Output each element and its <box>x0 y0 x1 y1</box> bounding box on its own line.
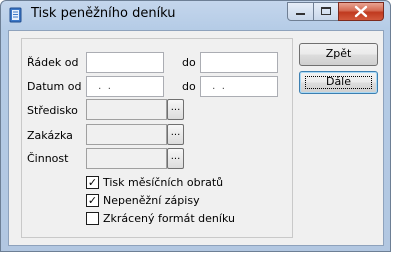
non-cash-entries-checkbox[interactable]: ✓ <box>86 194 99 207</box>
title-bar[interactable]: Tisk peněžního deníku <box>1 1 390 29</box>
maximize-button[interactable] <box>313 2 339 21</box>
short-format-label: Zkrácený formát deníku <box>103 212 235 225</box>
monthly-turnover-checkbox[interactable]: ✓ <box>86 176 99 189</box>
next-button[interactable]: Dále <box>299 71 378 94</box>
datum-od-label: Datum od <box>27 80 82 93</box>
datum-do-label: do <box>182 80 196 93</box>
close-icon <box>354 5 368 18</box>
dialog-window: Tisk peněžního deníku Řádek od do Datum … <box>0 0 391 252</box>
next-button-label: Dále <box>325 75 352 88</box>
back-button-label: Zpět <box>325 47 352 60</box>
stredisko-label: Středisko <box>27 104 78 117</box>
journal-app-icon <box>8 7 24 23</box>
zakazka-input <box>86 124 167 145</box>
stredisko-input <box>86 99 167 120</box>
cinnost-browse-button[interactable]: ... <box>167 148 184 169</box>
radek-do-input[interactable] <box>200 52 278 73</box>
radek-od-input[interactable] <box>86 52 164 73</box>
zakazka-label: Zakázka <box>27 129 73 142</box>
cinnost-input <box>86 148 167 169</box>
window-title: Tisk peněžního deníku <box>31 6 176 21</box>
back-button[interactable]: Zpět <box>299 43 378 66</box>
cinnost-label: Činnost <box>27 152 69 165</box>
dialog-body: Řádek od do Datum od . . do . . Středisk… <box>8 30 384 246</box>
non-cash-entries-label: Nepeněžní zápisy <box>103 194 200 207</box>
minimize-button[interactable] <box>287 2 314 21</box>
zakazka-browse-button[interactable]: ... <box>167 124 184 145</box>
minimize-icon <box>296 13 305 15</box>
datum-do-input[interactable]: . . <box>200 76 278 97</box>
maximize-icon <box>321 7 331 15</box>
radek-od-label: Řádek od <box>27 56 79 69</box>
monthly-turnover-label: Tisk měsíčních obratů <box>103 176 224 189</box>
datum-od-input[interactable]: . . <box>86 76 164 97</box>
radek-do-label: do <box>182 56 196 69</box>
stredisko-browse-button[interactable]: ... <box>167 99 184 120</box>
short-format-checkbox[interactable] <box>86 212 99 225</box>
close-button[interactable] <box>338 2 384 21</box>
